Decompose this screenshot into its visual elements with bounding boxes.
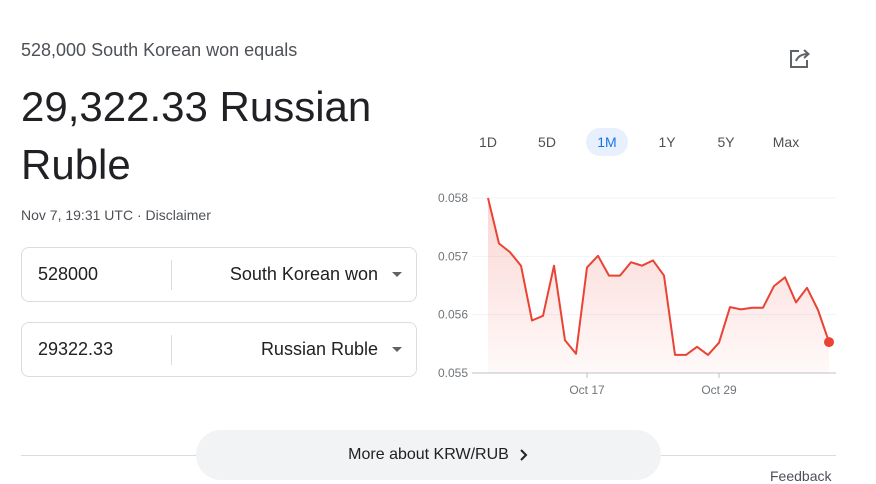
disclaimer-link[interactable]: Disclaimer [146, 207, 211, 223]
tab-5y[interactable]: 5Y [706, 128, 746, 156]
more-about-label: More about KRW/RUB [348, 446, 509, 463]
x-tick-label: Oct 17 [569, 383, 605, 397]
rate-timestamp: Nov 7, 19:31 UTC [21, 207, 134, 223]
feedback-link[interactable]: Feedback [770, 468, 831, 484]
tab-5d[interactable]: 5D [527, 128, 567, 156]
dropdown-caret-icon [392, 272, 402, 277]
more-about-button[interactable]: More about KRW/RUB [196, 430, 661, 480]
y-tick-label: 0.056 [438, 308, 468, 322]
from-currency-row: South Korean won [21, 247, 417, 302]
tab-1y[interactable]: 1Y [647, 128, 687, 156]
y-tick-label: 0.058 [438, 191, 468, 205]
to-amount-input[interactable] [38, 323, 168, 376]
from-currency-label: South Korean won [229, 264, 378, 284]
from-amount-input[interactable] [38, 248, 168, 301]
conversion-result: 29,322.33 Russian Ruble [21, 83, 372, 188]
to-currency-select[interactable]: Russian Ruble [182, 323, 416, 376]
tab-1d[interactable]: 1D [468, 128, 508, 156]
chart-area-fill [488, 198, 829, 373]
y-tick-label: 0.055 [438, 366, 468, 380]
dropdown-caret-icon [392, 347, 402, 352]
chevron-right-icon [520, 449, 528, 461]
field-divider [171, 335, 172, 365]
to-currency-row: Russian Ruble [21, 322, 417, 377]
meta-separator: · [133, 207, 146, 223]
exchange-rate-chart: 0.055 0.056 0.057 0.058 Oct 17 Oct 29 [438, 191, 836, 397]
from-currency-select[interactable]: South Korean won [182, 248, 416, 301]
share-icon[interactable] [786, 44, 814, 72]
y-tick-label: 0.057 [438, 249, 468, 263]
field-divider [171, 260, 172, 290]
conversion-subtitle: 528,000 South Korean won equals [21, 40, 298, 60]
tab-max[interactable]: Max [766, 128, 806, 156]
tab-1m[interactable]: 1M [586, 128, 628, 156]
chart-last-point [824, 337, 834, 348]
to-currency-label: Russian Ruble [260, 339, 378, 359]
rate-timestamp-line: Nov 7, 19:31 UTC · Disclaimer [21, 207, 211, 223]
x-tick-label: Oct 29 [701, 383, 737, 397]
